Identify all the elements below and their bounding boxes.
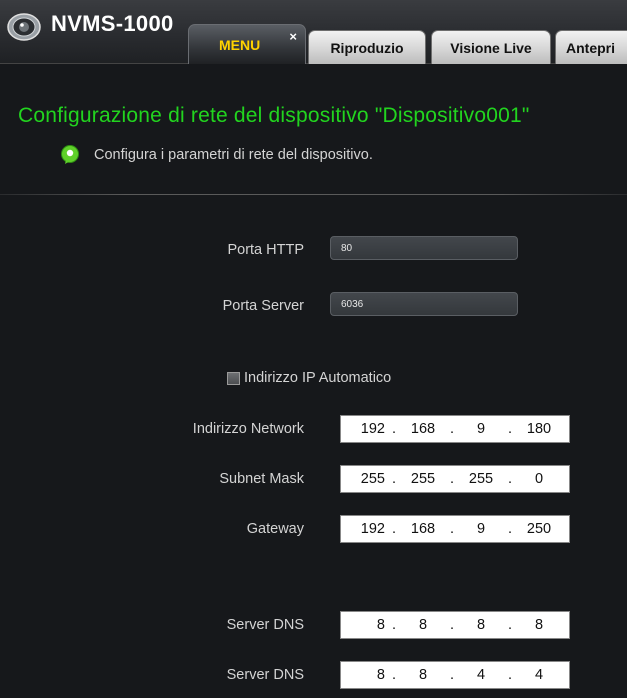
tab-menu[interactable]: MENU ×: [188, 24, 306, 64]
ip-octet[interactable]: 8: [401, 667, 445, 683]
network-address-label: Indirizzo Network: [192, 421, 304, 437]
gateway-label: Gateway: [246, 521, 304, 537]
ip-separator: .: [449, 667, 455, 683]
http-port-label: Porta HTTP: [227, 242, 304, 258]
camera-lens-icon: [7, 13, 41, 41]
ip-octet[interactable]: 8: [459, 617, 503, 633]
ip-octet[interactable]: 255: [401, 471, 445, 487]
ip-octet[interactable]: 4: [517, 667, 561, 683]
ip-octet[interactable]: 168: [401, 421, 445, 437]
ip-separator: .: [507, 521, 513, 537]
info-bubble-icon: [61, 145, 79, 164]
ip-octet[interactable]: 192: [341, 421, 387, 437]
dns-primary-label: Server DNS: [226, 617, 304, 633]
http-port-input[interactable]: [330, 236, 518, 260]
ip-octet[interactable]: 255: [459, 471, 503, 487]
tab-close-icon[interactable]: ×: [289, 29, 297, 44]
tab-visione-live[interactable]: Visione Live: [431, 30, 551, 64]
network-address-field[interactable]: 192 . 168 . 9 . 180: [340, 415, 570, 443]
page-subtitle: Configura i parametri di rete del dispos…: [94, 147, 373, 163]
ip-separator: .: [391, 521, 397, 537]
server-port-label: Porta Server: [222, 298, 304, 314]
header-divider: [0, 194, 627, 195]
auto-ip-checkbox[interactable]: [227, 371, 240, 385]
ip-octet[interactable]: 9: [459, 421, 503, 437]
page-title: Configurazione di rete del dispositivo "…: [18, 104, 530, 127]
ip-separator: .: [449, 521, 455, 537]
server-port-input[interactable]: [330, 292, 518, 316]
ip-octet[interactable]: 255: [341, 471, 387, 487]
ip-octet[interactable]: 180: [517, 421, 561, 437]
ip-separator: .: [507, 471, 513, 487]
ip-separator: .: [449, 471, 455, 487]
tab-riproduzione-label: Riproduzio: [330, 39, 404, 56]
ip-octet[interactable]: 168: [401, 521, 445, 537]
subnet-mask-label: Subnet Mask: [219, 471, 304, 487]
dns-secondary-field[interactable]: 8 . 8 . 4 . 4: [340, 661, 570, 689]
tab-menu-label: MENU: [219, 36, 261, 53]
ip-separator: .: [507, 421, 513, 437]
dns-secondary-label: Server DNS: [226, 667, 304, 683]
ip-separator: .: [391, 617, 397, 633]
tab-anteprima-label: Antepri: [566, 39, 615, 56]
ip-octet[interactable]: 8: [341, 617, 387, 633]
ip-separator: .: [391, 471, 397, 487]
title-bar: NVMS-1000 MENU × Riproduzio Visione Live…: [0, 0, 627, 64]
ip-separator: .: [449, 617, 455, 633]
subnet-mask-field[interactable]: 255 . 255 . 255 . 0: [340, 465, 570, 493]
ip-separator: .: [507, 667, 513, 683]
ip-octet[interactable]: 4: [459, 667, 503, 683]
ip-octet[interactable]: 9: [459, 521, 503, 537]
gateway-field[interactable]: 192 . 168 . 9 . 250: [340, 515, 570, 543]
auto-ip-row[interactable]: Indirizzo IP Automatico: [227, 370, 391, 386]
dns-primary-field[interactable]: 8 . 8 . 8 . 8: [340, 611, 570, 639]
app-title: NVMS-1000: [51, 11, 174, 36]
ip-separator: .: [391, 421, 397, 437]
ip-separator: .: [449, 421, 455, 437]
ip-octet[interactable]: 8: [401, 617, 445, 633]
ip-separator: .: [507, 617, 513, 633]
tab-riproduzione[interactable]: Riproduzio: [308, 30, 426, 64]
auto-ip-label: Indirizzo IP Automatico: [244, 370, 392, 386]
tab-visione-live-label: Visione Live: [450, 39, 532, 56]
ip-octet[interactable]: 8: [341, 667, 387, 683]
ip-octet[interactable]: 0: [517, 471, 561, 487]
ip-separator: .: [391, 667, 397, 683]
ip-octet[interactable]: 192: [341, 521, 387, 537]
ip-octet[interactable]: 250: [517, 521, 561, 537]
ip-octet[interactable]: 8: [517, 617, 561, 633]
tab-anteprima[interactable]: Antepri: [555, 30, 627, 64]
